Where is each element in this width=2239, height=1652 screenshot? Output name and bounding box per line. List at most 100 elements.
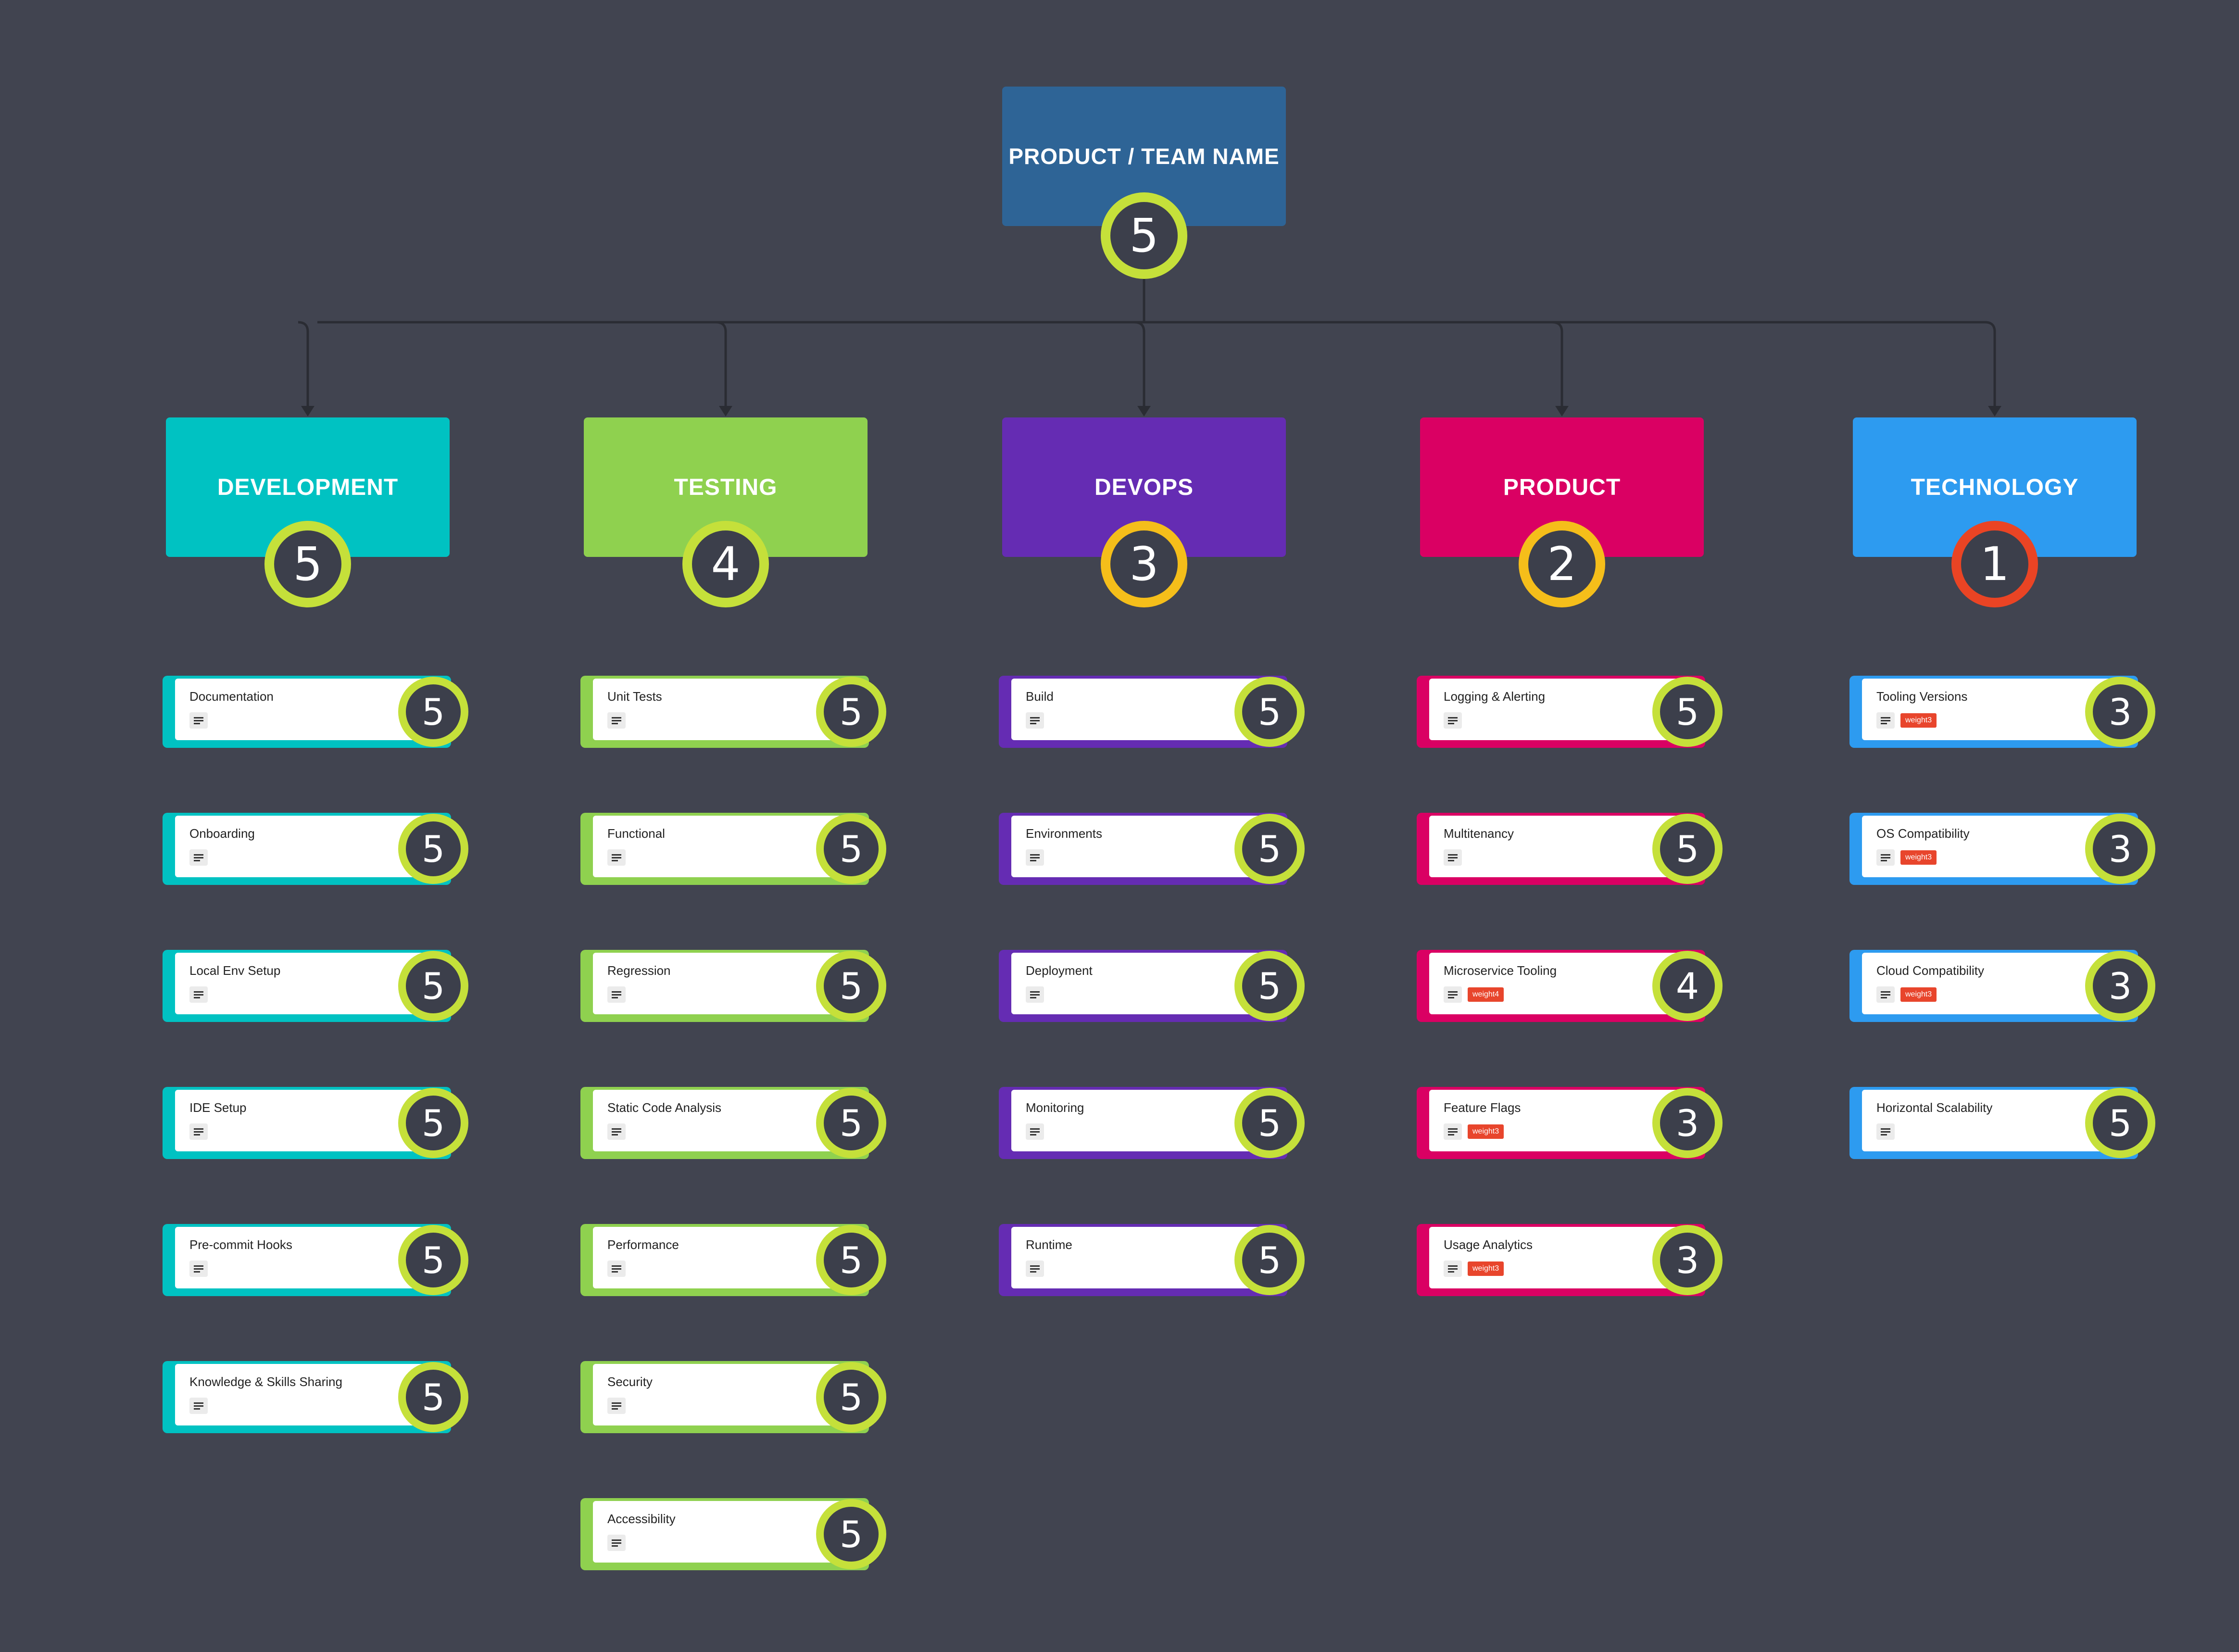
category-score-value: 4 [711, 537, 741, 591]
notes-icon[interactable] [607, 1535, 626, 1551]
item-label: Microservice Tooling [1444, 963, 1557, 978]
item-card[interactable]: Deployment 5 [999, 950, 1305, 1022]
item-label: Functional [607, 826, 665, 841]
notes-icon[interactable] [1444, 986, 1462, 1003]
notes-icon[interactable] [189, 1398, 208, 1414]
weight-tag: weight3 [1468, 1124, 1504, 1139]
item-score-badge: 5 [816, 1499, 886, 1569]
item-score-badge: 5 [398, 1225, 468, 1295]
item-score-value: 5 [1258, 690, 1282, 733]
item-score-badge: 5 [1234, 1088, 1305, 1158]
item-score-value: 5 [839, 1101, 863, 1145]
weight-tag: weight3 [1900, 850, 1937, 865]
item-card[interactable]: Accessibility 5 [580, 1498, 886, 1570]
item-card[interactable]: Usage Analytics weight3 3 [1417, 1224, 1723, 1296]
item-card-body: Microservice Tooling weight4 [1429, 953, 1685, 1014]
item-card[interactable]: Feature Flags weight3 3 [1417, 1087, 1723, 1159]
item-label: Deployment [1026, 963, 1093, 978]
notes-icon[interactable] [1876, 712, 1895, 729]
item-card[interactable]: Unit Tests 5 [580, 676, 886, 748]
notes-icon[interactable] [1026, 712, 1044, 729]
item-label: IDE Setup [189, 1100, 247, 1115]
item-score-badge: 3 [1652, 1225, 1723, 1295]
notes-icon[interactable] [189, 1123, 208, 1140]
item-card[interactable]: Runtime 5 [999, 1224, 1305, 1296]
item-card-body: OS Compatibility weight3 [1862, 816, 2118, 877]
item-card-body: Pre-commit Hooks [175, 1227, 431, 1288]
notes-icon[interactable] [1444, 712, 1462, 729]
item-card-body: Build [1011, 679, 1267, 740]
item-label: Pre-commit Hooks [189, 1237, 292, 1252]
item-score-badge: 5 [816, 677, 886, 747]
item-score-value: 5 [1675, 690, 1699, 733]
item-card[interactable]: Static Code Analysis 5 [580, 1087, 886, 1159]
notes-icon[interactable] [607, 849, 626, 866]
item-card-body: Deployment [1011, 953, 1267, 1014]
weight-tag: weight3 [1900, 713, 1937, 728]
item-card[interactable]: Pre-commit Hooks 5 [163, 1224, 468, 1296]
item-card[interactable]: Local Env Setup 5 [163, 950, 468, 1022]
item-card[interactable]: Monitoring 5 [999, 1087, 1305, 1159]
notes-icon[interactable] [189, 712, 208, 729]
item-label: Local Env Setup [189, 963, 281, 978]
item-card-body: Logging & Alerting [1429, 679, 1685, 740]
root-title: PRODUCT / TEAM NAME [1008, 144, 1280, 169]
item-card[interactable]: Horizontal Scalability 5 [1849, 1087, 2155, 1159]
item-card[interactable]: Documentation 5 [163, 676, 468, 748]
notes-icon[interactable] [1876, 849, 1895, 866]
notes-icon[interactable] [189, 986, 208, 1003]
item-card-body: Environments [1011, 816, 1267, 877]
category-title: DEVOPS [1094, 474, 1194, 500]
notes-icon[interactable] [1026, 986, 1044, 1003]
item-card[interactable]: Build 5 [999, 676, 1305, 748]
item-card[interactable]: Environments 5 [999, 813, 1305, 885]
item-score-badge: 5 [1652, 814, 1723, 884]
item-score-value: 3 [2108, 964, 2132, 1008]
notes-icon[interactable] [189, 1261, 208, 1277]
notes-icon[interactable] [1026, 1123, 1044, 1140]
item-card[interactable]: Performance 5 [580, 1224, 886, 1296]
item-card[interactable]: Regression 5 [580, 950, 886, 1022]
item-card[interactable]: Microservice Tooling weight4 4 [1417, 950, 1723, 1022]
item-card[interactable]: Tooling Versions weight3 3 [1849, 676, 2155, 748]
item-score-badge: 5 [816, 1225, 886, 1295]
item-label: Horizontal Scalability [1876, 1100, 1993, 1115]
item-card-body: Multitenancy [1429, 816, 1685, 877]
item-score-value: 5 [421, 690, 445, 733]
notes-icon[interactable] [1444, 849, 1462, 866]
notes-icon[interactable] [607, 1398, 626, 1414]
item-card[interactable]: Functional 5 [580, 813, 886, 885]
item-card[interactable]: IDE Setup 5 [163, 1087, 468, 1159]
item-card[interactable]: Security 5 [580, 1361, 886, 1433]
item-card[interactable]: Cloud Compatibility weight3 3 [1849, 950, 2155, 1022]
notes-icon[interactable] [1026, 1261, 1044, 1277]
item-score-badge: 5 [1234, 814, 1305, 884]
item-card[interactable]: Logging & Alerting 5 [1417, 676, 1723, 748]
item-label: Usage Analytics [1444, 1237, 1533, 1252]
notes-icon[interactable] [1876, 986, 1895, 1003]
item-label: Regression [607, 963, 671, 978]
item-label: Runtime [1026, 1237, 1072, 1252]
item-card-body: Knowledge & Skills Sharing [175, 1364, 431, 1425]
item-score-badge: 3 [1652, 1088, 1723, 1158]
item-card[interactable]: Knowledge & Skills Sharing 5 [163, 1361, 468, 1433]
weight-tag: weight3 [1900, 987, 1937, 1002]
item-label: Static Code Analysis [607, 1100, 722, 1115]
notes-icon[interactable] [607, 986, 626, 1003]
weight-tag: weight3 [1468, 1261, 1504, 1276]
item-score-badge: 5 [1234, 1225, 1305, 1295]
item-score-value: 5 [839, 1238, 863, 1282]
item-card-body: Regression [593, 953, 849, 1014]
notes-icon[interactable] [1444, 1123, 1462, 1140]
notes-icon[interactable] [189, 849, 208, 866]
item-card[interactable]: Onboarding 5 [163, 813, 468, 885]
item-card[interactable]: Multitenancy 5 [1417, 813, 1723, 885]
notes-icon[interactable] [1026, 849, 1044, 866]
item-card[interactable]: OS Compatibility weight3 3 [1849, 813, 2155, 885]
item-score-value: 5 [839, 690, 863, 733]
notes-icon[interactable] [607, 1123, 626, 1140]
notes-icon[interactable] [1876, 1123, 1895, 1140]
notes-icon[interactable] [607, 1261, 626, 1277]
notes-icon[interactable] [1444, 1261, 1462, 1277]
notes-icon[interactable] [607, 712, 626, 729]
